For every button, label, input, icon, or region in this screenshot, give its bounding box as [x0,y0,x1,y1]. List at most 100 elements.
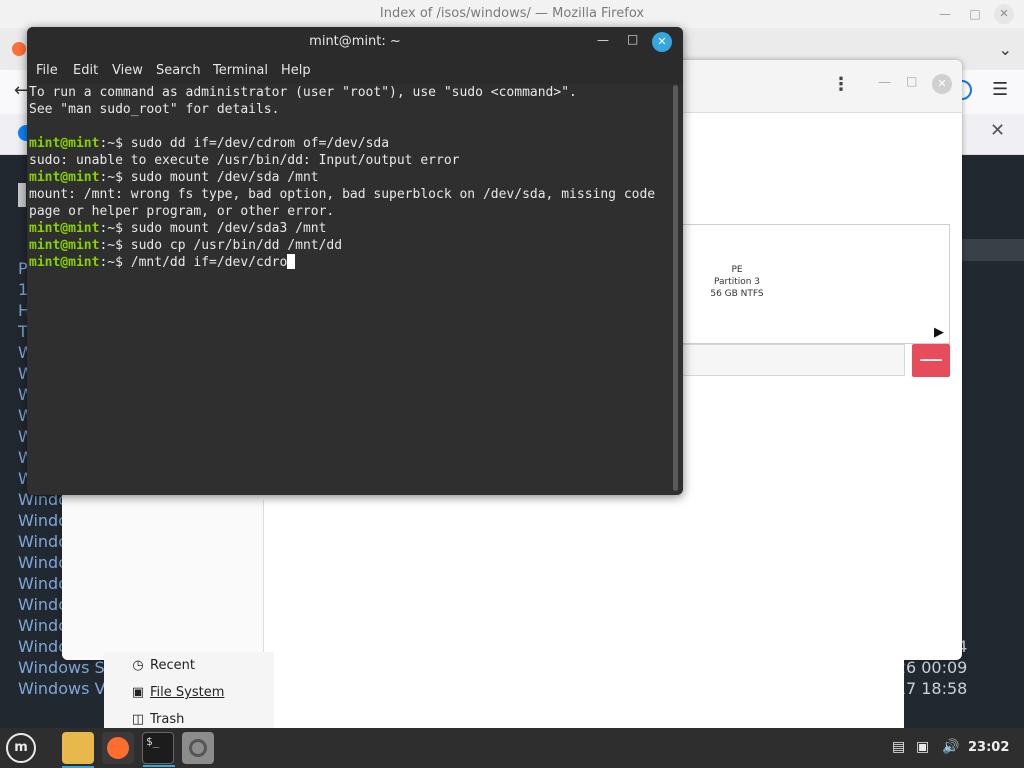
close-icon[interactable]: ✕ [652,32,672,52]
disk-icon [189,739,207,757]
files-launcher[interactable] [62,732,94,768]
partition-editor-sidebar [62,500,264,660]
listing-heading-fragment [18,183,26,207]
terminal-output-line: To run a command as administrator (user … [29,84,655,101]
hamburger-menu-icon[interactable]: ☰ [992,79,1008,100]
chevron-down-icon[interactable]: ⌄ [999,40,1012,59]
firefox-launcher[interactable] [102,732,134,764]
volume-icon[interactable]: 🔊 [942,739,959,755]
output-text: mount: /mnt: wrong fs type, bad option, … [29,187,656,202]
sidebar-item-recent[interactable]: ◷ Recent [130,658,195,680]
prompt-path: ~ [107,221,116,236]
files-main-pane[interactable] [274,652,904,728]
output-text: To run a command as administrator (user … [29,85,577,100]
partition-size: 56 GB NTFS [710,289,764,299]
prompt-path: ~ [107,170,116,185]
network-icon[interactable]: ▣ [916,739,929,755]
sidebar-item-label: File System [150,685,225,700]
prompt-user: mint@mint [29,136,100,151]
close-icon[interactable]: ✕ [932,74,952,94]
prompt-path: ~ [107,136,116,151]
prompt-user: mint@mint [29,221,100,236]
play-arrow-icon[interactable]: ▶ [934,325,944,340]
prompt-symbol: $ [115,255,131,270]
firefox-titlebar: Index of /isos/windows/ — Mozilla Firefo… [0,0,1024,28]
close-icon[interactable]: ✕ [994,4,1014,24]
prompt-path: ~ [107,255,116,270]
terminal-scrollbar[interactable] [673,85,678,491]
terminal-window: mint@mint: ~ — □ ✕ File Edit View Search… [27,27,683,495]
sidebar-item-file-system[interactable]: ▣ File System [130,685,225,707]
terminal-command-line: mint@mint:~$ /mnt/dd if=/dev/cdro [29,254,655,271]
partition-text-field[interactable] [682,344,905,376]
files-sidebar: ◷ Recent ▣ File System ◫ Trash [104,652,274,728]
terminal-title: mint@mint: ~ [309,34,401,49]
maximize-icon[interactable]: □ [906,74,917,88]
minimize-icon[interactable]: — [597,33,609,47]
prompt-user: mint@mint [29,238,100,253]
terminal-command-line: mint@mint:~$ sudo dd if=/dev/cdrom of=/d… [29,135,655,152]
prompt-user: mint@mint [29,255,100,270]
prompt-user: mint@mint [29,170,100,185]
disks-launcher[interactable] [182,732,214,764]
terminal-output-line: sudo: unable to execute /usr/bin/dd: Inp… [29,152,655,169]
menu-view[interactable]: View [112,63,143,78]
menu-search[interactable]: Search [156,63,201,78]
terminal-output[interactable]: To run a command as administrator (user … [27,84,675,495]
listing-row-date: -26 00:09 [890,658,1024,679]
kebab-menu-icon[interactable]: ⋮ [832,74,850,95]
prompt-symbol: $ [115,136,131,151]
firefox-logo-icon [12,42,26,56]
sidebar-item-label: Trash [150,712,185,727]
terminal-output-line: mount: /mnt: wrong fs type, bad option, … [29,186,655,203]
firefox-icon [107,737,129,759]
menu-file[interactable]: File [36,63,58,78]
sidebar-item-label: Recent [150,658,195,673]
terminal-output-line: page or helper program, or other error. [29,203,655,220]
menu-help[interactable]: Help [281,63,311,78]
remove-partition-button[interactable]: — [912,344,950,377]
partition-block[interactable]: PE Partition 3 56 GB NTFS [682,264,792,300]
output-text: See "man sudo_root" for details. [29,102,280,117]
drive-icon: ▣ [131,685,145,700]
maximize-icon[interactable]: □ [966,5,984,23]
terminal-titlebar[interactable]: mint@mint: ~ — □ ✕ [27,27,683,57]
clock[interactable]: 23:02 [968,740,1009,755]
terminal-output-line: See "man sudo_root" for details. [29,101,655,118]
terminal-menubar: File Edit View Search Terminal Help [27,57,683,84]
terminal-cursor [287,254,296,269]
command-text: sudo cp /usr/bin/dd /mnt/dd [130,238,343,253]
command-text: sudo dd if=/dev/cdrom of=/dev/sda [130,136,390,151]
terminal-command-line: mint@mint:~$ sudo mount /dev/sda3 /mnt [29,220,655,237]
close-icon[interactable]: ✕ [990,120,1005,141]
listing-row-name[interactable]: Windows V [18,679,118,700]
command-text: sudo mount /dev/sda3 /mnt [130,221,327,236]
prompt-symbol: $ [115,221,131,236]
prompt-symbol: $ [115,238,131,253]
command-text: /mnt/dd if=/dev/cdro [130,255,288,270]
taskbar: m $_ ▤ ▣ 🔊 23:02 [0,728,1024,768]
terminal-launcher[interactable]: $_ [142,732,175,767]
maximize-icon[interactable]: □ [627,32,638,46]
command-text: sudo mount /dev/sda /mnt [130,170,319,185]
partition-label: Partition 3 [713,277,761,287]
listing-row-name[interactable]: Windows S [18,658,118,679]
terminal-command-line: mint@mint:~$ sudo cp /usr/bin/dd /mnt/dd [29,237,655,254]
terminal-command-line: mint@mint:~$ sudo mount /dev/sda /mnt [29,169,655,186]
minimize-icon[interactable]: — [936,5,954,23]
firefox-window-title: Index of /isos/windows/ — Mozilla Firefo… [379,6,645,21]
output-text: sudo: unable to execute /usr/bin/dd: Inp… [29,153,460,168]
output-text: page or helper program, or other error. [29,204,335,219]
menu-terminal[interactable]: Terminal [213,63,268,78]
start-menu-button[interactable]: m [6,733,36,763]
listing-row-date: -17 18:58 [890,679,1024,700]
partition-name: PE [731,265,743,275]
menu-edit[interactable]: Edit [73,63,98,78]
notes-icon[interactable]: ▤ [892,739,905,755]
minimize-icon[interactable]: — [878,75,891,90]
prompt-symbol: $ [115,170,131,185]
trash-icon: ◫ [131,712,145,727]
prompt-path: ~ [107,238,116,253]
recent-icon: ◷ [132,658,144,673]
